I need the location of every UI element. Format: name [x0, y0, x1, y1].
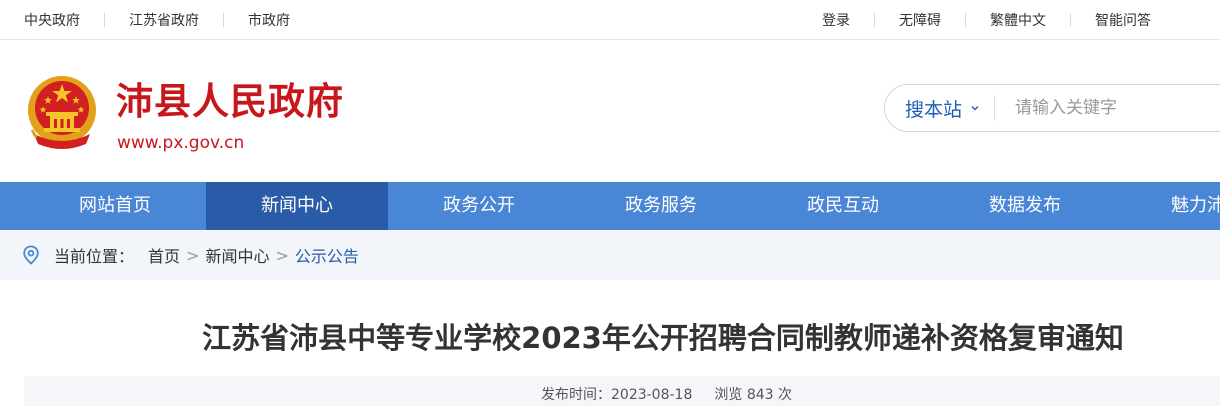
link-jiangsu-government[interactable]: 江苏省政府	[129, 10, 199, 30]
top-left-links: 中央政府 江苏省政府 市政府	[0, 0, 290, 40]
site-title[interactable]: 沛县人民政府	[116, 78, 344, 126]
nav-item-public-interaction[interactable]: 政民互动	[752, 182, 934, 230]
breadcrumb: 当前位置： 首页 > 新闻中心 > 公示公告	[0, 230, 1220, 280]
views-unit: 次	[778, 387, 793, 403]
search-scope-dropdown[interactable]: 搜本站	[905, 95, 980, 122]
divider	[965, 13, 966, 27]
site-header: 沛县人民政府 www.px.gov.cn 搜本站	[0, 40, 1220, 182]
search-input[interactable]	[1015, 98, 1216, 118]
divider	[874, 13, 875, 27]
search-box: 搜本站	[884, 84, 1220, 132]
divider	[994, 95, 996, 121]
breadcrumb-label: 当前位置：	[54, 247, 135, 266]
breadcrumb-separator: >	[275, 245, 289, 265]
national-emblem-icon[interactable]	[24, 72, 100, 152]
link-city-government[interactable]: 市政府	[248, 10, 290, 30]
search-scope-label: 搜本站	[905, 98, 963, 121]
nav-item-charm-peixian[interactable]: 魅力沛县	[1116, 182, 1220, 230]
nav-item-government-affairs[interactable]: 政务公开	[388, 182, 570, 230]
smart-qa-link[interactable]: 智能问答	[1095, 10, 1151, 30]
breadcrumb-news-center[interactable]: 新闻中心	[205, 243, 269, 267]
divider	[223, 13, 224, 27]
accessibility-link[interactable]: 无障碍	[899, 10, 941, 30]
divider	[104, 13, 105, 27]
top-bar: 中央政府 江苏省政府 市政府 登录 无障碍 繁體中文 智能问答	[0, 0, 1220, 40]
publish-date: 2023-08-18	[611, 387, 693, 403]
chevron-down-icon	[971, 106, 979, 111]
breadcrumb-current[interactable]: 公示公告	[295, 243, 359, 267]
nav-item-government-services[interactable]: 政务服务	[570, 182, 752, 230]
top-right-links: 登录 无障碍 繁體中文 智能问答	[822, 0, 1151, 40]
link-central-government[interactable]: 中央政府	[24, 10, 80, 30]
main-nav: 网站首页 新闻中心 政务公开 政务服务 政民互动 数据发布 魅力沛县	[0, 182, 1220, 230]
login-link[interactable]: 登录	[822, 10, 850, 30]
views-label: 浏览	[714, 387, 743, 403]
nav-item-home[interactable]: 网站首页	[24, 182, 206, 230]
article-title: 江苏省沛县中等专业学校2023年公开招聘合同制教师递补资格复审通知	[202, 321, 1124, 355]
location-pin-icon	[23, 245, 39, 265]
views-count: 843	[746, 387, 774, 403]
divider	[1070, 13, 1071, 27]
publish-label: 发布时间：	[541, 387, 611, 403]
article-meta: 发布时间：2023-08-18 浏览 843 次	[541, 385, 792, 405]
breadcrumb-separator: >	[186, 245, 200, 265]
breadcrumb-home[interactable]: 首页	[148, 243, 180, 267]
site-url: www.px.gov.cn	[117, 133, 245, 153]
traditional-chinese-link[interactable]: 繁體中文	[990, 10, 1046, 30]
nav-item-news-center[interactable]: 新闻中心	[206, 182, 388, 230]
nav-item-data-release[interactable]: 数据发布	[934, 182, 1116, 230]
